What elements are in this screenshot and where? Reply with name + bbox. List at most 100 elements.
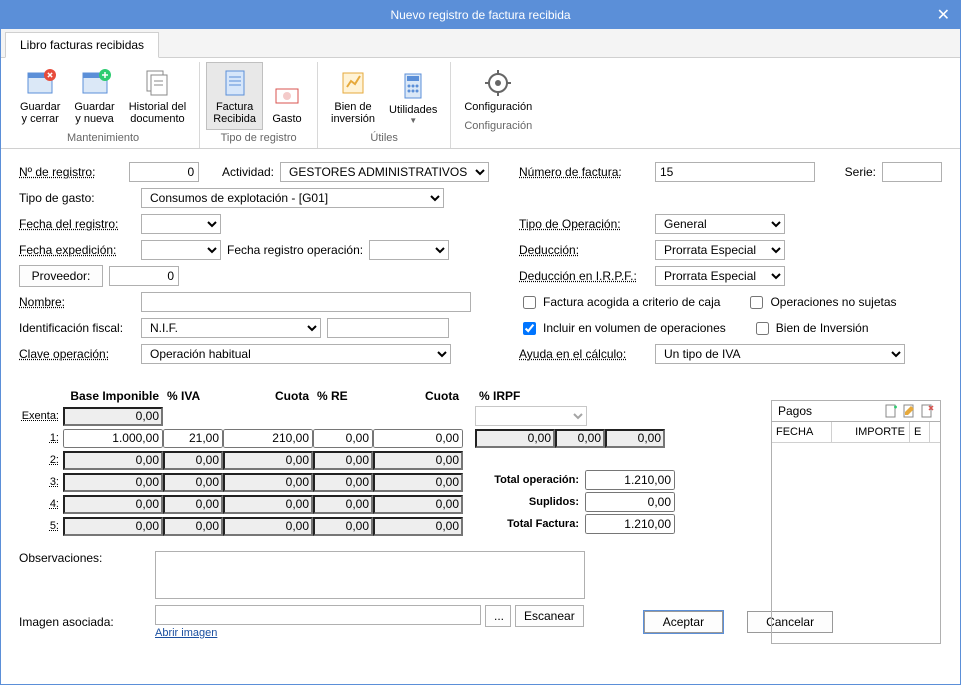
r3-pre[interactable]	[313, 473, 373, 492]
label-deduccion: Deducción:	[519, 243, 649, 257]
pagos-col-e: E	[910, 422, 930, 442]
r4-pre[interactable]	[313, 495, 373, 514]
r4-base[interactable]	[63, 495, 163, 514]
ribbon-group-mantenimiento: Guardar y cerrar Guardar y nueva Histori…	[7, 62, 200, 148]
r5-base[interactable]	[63, 517, 163, 536]
r4-piva[interactable]	[163, 495, 223, 514]
fecha-reg-op-input[interactable]	[369, 240, 449, 260]
exenta-base[interactable]	[63, 407, 163, 426]
gasto-button[interactable]: Gasto	[263, 62, 311, 130]
r3-cre[interactable]	[373, 473, 463, 492]
r3-base[interactable]	[63, 473, 163, 492]
irpf-base[interactable]	[475, 429, 555, 448]
r1-base[interactable]	[63, 429, 163, 448]
proveedor-button[interactable]: Proveedor:	[19, 265, 103, 287]
r3-cuota[interactable]	[223, 473, 313, 492]
irpf-pctv[interactable]	[555, 429, 605, 448]
label-actividad: Actividad:	[222, 165, 274, 179]
close-icon[interactable]: ✕	[937, 5, 950, 25]
r1-cuota[interactable]	[223, 429, 313, 448]
ident-fiscal-type-select[interactable]: N.I.F.	[141, 318, 321, 338]
r2-piva[interactable]	[163, 451, 223, 470]
ribbon-group-config: Configuración Configuración	[451, 62, 545, 148]
fecha-expedicion-input[interactable]	[141, 240, 221, 260]
r2-cre[interactable]	[373, 451, 463, 470]
total-op[interactable]	[585, 470, 675, 490]
pagos-new-icon[interactable]	[884, 404, 898, 418]
hdr-cuota: Cuota	[223, 387, 313, 405]
r1-pre[interactable]	[313, 429, 373, 448]
r5-cuota[interactable]	[223, 517, 313, 536]
expense-icon	[271, 79, 303, 111]
observaciones-textarea[interactable]	[155, 551, 585, 599]
ident-fiscal-num-input[interactable]	[327, 318, 449, 338]
utilidades-button[interactable]: Utilidades ▼	[382, 62, 444, 130]
browse-image-button[interactable]: ...	[485, 605, 511, 627]
hdr-cuotare: Cuota	[373, 387, 463, 405]
r5-piva[interactable]	[163, 517, 223, 536]
total-fact[interactable]	[585, 514, 675, 534]
chk-op-no-sujetas-box[interactable]	[750, 296, 763, 309]
label-deduccion-irpf: Deducción en I.R.P.F.:	[519, 269, 649, 283]
label-clave-op: Clave operación:	[19, 347, 135, 361]
tipo-operacion-select[interactable]: General	[655, 214, 785, 234]
factura-recibida-button[interactable]: Factura Recibida	[206, 62, 263, 130]
ayuda-calculo-select[interactable]: Un tipo de IVA	[655, 344, 905, 364]
clave-op-select[interactable]: Operación habitual	[141, 344, 451, 364]
r5-cre[interactable]	[373, 517, 463, 536]
actividad-select[interactable]: GESTORES ADMINISTRATIVOS	[280, 162, 489, 182]
num-factura-input[interactable]	[655, 162, 815, 182]
lbl-total-fact: Total Factura:	[475, 518, 585, 530]
escanear-button[interactable]: Escanear	[515, 605, 584, 627]
imagen-asociada-input[interactable]	[155, 605, 481, 625]
chk-incluir-vol-box[interactable]	[523, 322, 536, 335]
r3-piva[interactable]	[163, 473, 223, 492]
nombre-input[interactable]	[141, 292, 471, 312]
r4-cre[interactable]	[373, 495, 463, 514]
label-num-factura: Número de factura:	[519, 165, 649, 179]
titlebar: Nuevo registro de factura recibida ✕	[1, 1, 960, 29]
r5-pre[interactable]	[313, 517, 373, 536]
save-close-icon	[24, 67, 56, 99]
suplidos[interactable]	[585, 492, 675, 512]
lbl-1: 1:	[19, 432, 63, 444]
hdr-piva: % IVA	[163, 387, 223, 405]
invoice-icon	[219, 67, 251, 99]
r2-pre[interactable]	[313, 451, 373, 470]
n-registro-input[interactable]	[129, 162, 199, 182]
serie-input[interactable]	[882, 162, 942, 182]
r4-cuota[interactable]	[223, 495, 313, 514]
proveedor-input[interactable]	[109, 266, 179, 286]
r2-base[interactable]	[63, 451, 163, 470]
fecha-registro-input[interactable]	[141, 214, 221, 234]
save-new-button[interactable]: Guardar y nueva	[67, 62, 121, 130]
deduccion-irpf-select[interactable]: Prorrata Especial	[655, 266, 785, 286]
aceptar-button[interactable]: Aceptar	[644, 611, 723, 633]
chk-bien-inversion-box[interactable]	[756, 322, 769, 335]
chk-factura-caja-box[interactable]	[523, 296, 536, 309]
chk-bien-inversion[interactable]: Bien de Inversión	[752, 319, 869, 338]
chk-factura-caja[interactable]: Factura acogida a criterio de caja	[519, 293, 720, 312]
save-close-button[interactable]: Guardar y cerrar	[13, 62, 67, 130]
r2-cuota[interactable]	[223, 451, 313, 470]
group-caption-mantenimiento: Mantenimiento	[67, 130, 139, 148]
lbl-exenta: Exenta:	[19, 410, 63, 422]
chk-op-no-sujetas[interactable]: Operaciones no sujetas	[746, 293, 896, 312]
abrir-imagen-link[interactable]: Abrir imagen	[155, 627, 584, 639]
label-tipo-gasto: Tipo de gasto:	[19, 191, 135, 205]
history-button[interactable]: Historial del documento	[122, 62, 193, 130]
ribbon-group-utiles: Bien de inversión Utilidades ▼ Útiles	[318, 62, 451, 148]
configuracion-button[interactable]: Configuración	[457, 62, 539, 118]
pagos-delete-icon[interactable]	[920, 404, 934, 418]
chk-incluir-vol[interactable]: Incluir en volumen de operaciones	[519, 319, 726, 338]
tab-libro-facturas[interactable]: Libro facturas recibidas	[5, 32, 159, 58]
deduccion-select[interactable]: Prorrata Especial	[655, 240, 785, 260]
pagos-edit-icon[interactable]	[902, 404, 916, 418]
irpf-cuota[interactable]	[605, 429, 665, 448]
r1-piva[interactable]	[163, 429, 223, 448]
label-ident-fiscal: Identificación fiscal:	[19, 321, 135, 335]
bien-inversion-button[interactable]: Bien de inversión	[324, 62, 382, 130]
r1-cre[interactable]	[373, 429, 463, 448]
tipo-gasto-select[interactable]: Consumos de explotación - [G01]	[141, 188, 444, 208]
lbl-3: 3:	[19, 476, 63, 488]
